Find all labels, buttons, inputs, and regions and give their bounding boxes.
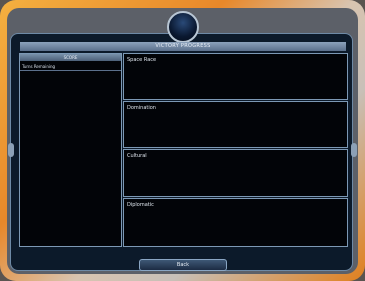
score-header: SCORE	[20, 54, 121, 61]
domination-label: Domination	[127, 105, 156, 111]
window-title: VICTORY PROGRESS	[155, 43, 211, 49]
space-race-panel: Space Race	[123, 53, 348, 100]
score-panel	[19, 53, 122, 247]
cultural-panel: Cultural	[123, 149, 348, 197]
space-race-label: Space Race	[127, 57, 157, 63]
turns-remaining-label: Turns Remaining	[20, 63, 121, 71]
globe-ornament-icon	[167, 11, 199, 43]
diplomatic-panel: Diplomatic	[123, 198, 348, 247]
domination-panel: Domination	[123, 101, 348, 148]
left-side-tab	[8, 143, 14, 157]
back-button[interactable]: Back	[139, 259, 227, 271]
right-side-tab	[351, 143, 357, 157]
cultural-label: Cultural	[127, 153, 147, 159]
diplomatic-label: Diplomatic	[127, 202, 154, 208]
